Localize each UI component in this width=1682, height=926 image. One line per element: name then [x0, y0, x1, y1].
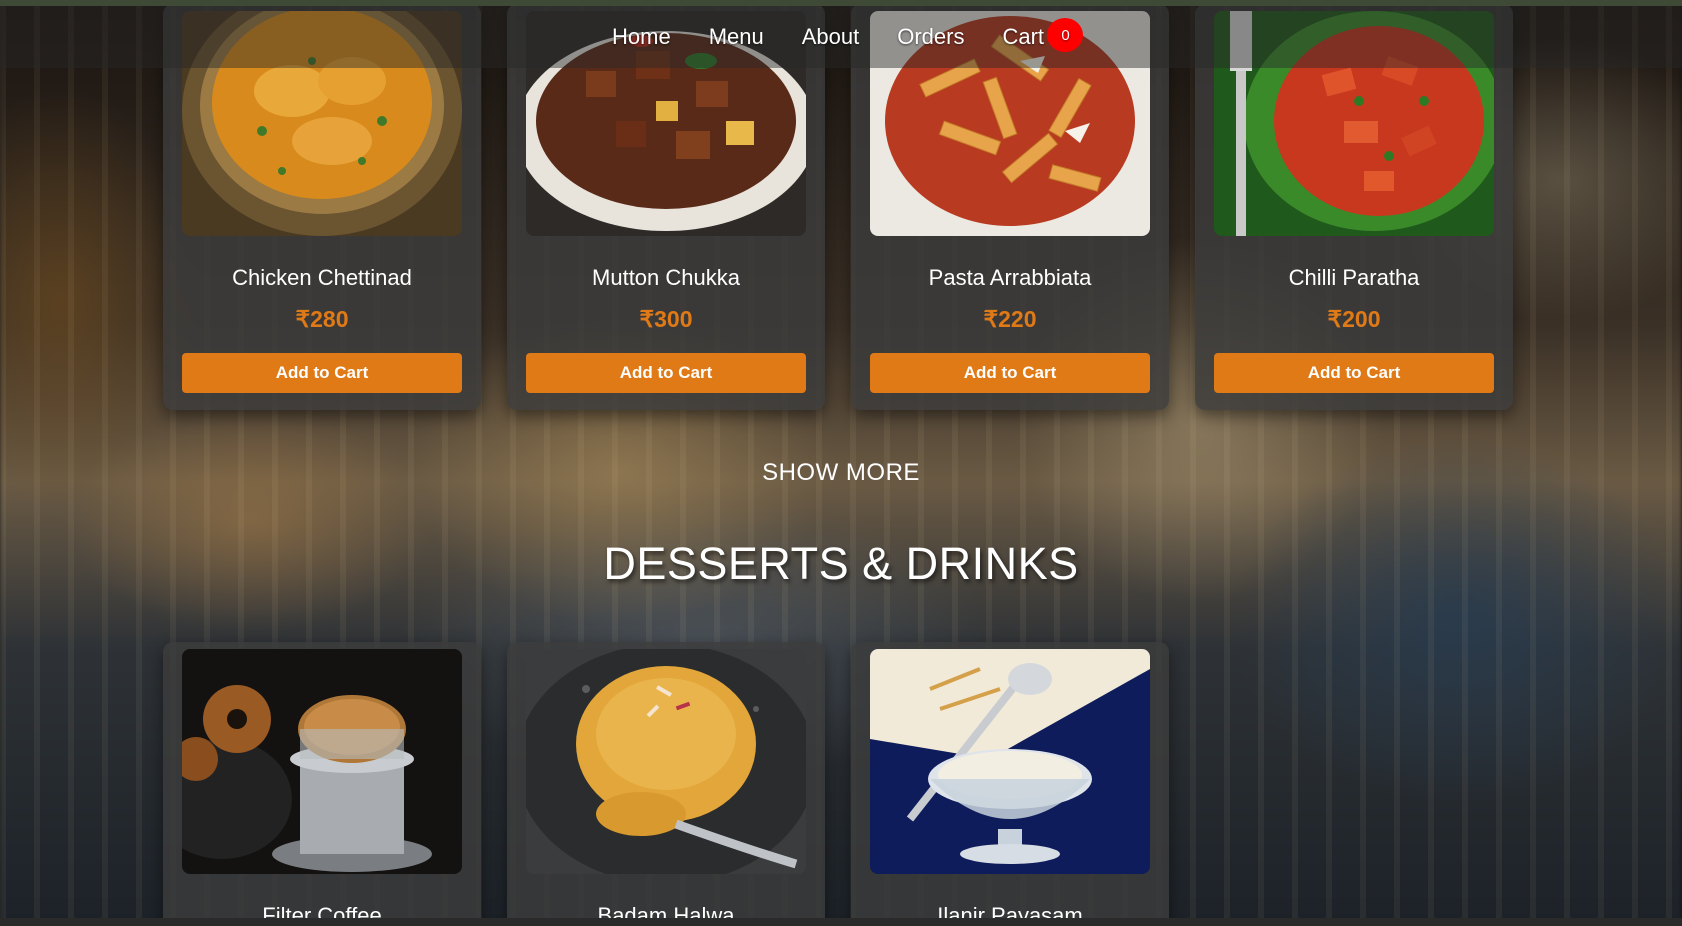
add-to-cart-button[interactable]: Add to Cart	[182, 353, 462, 393]
dish-price: ₹280	[295, 306, 349, 332]
nav-links: Home Menu About Orders Cart 0	[612, 18, 1084, 52]
cart-count-badge: 0	[1047, 18, 1084, 52]
nav-cart-link[interactable]: Cart 0	[1002, 18, 1084, 52]
dish-card-ilanir-payasam: Ilanir Payasam	[851, 642, 1169, 926]
dish-card-filter-coffee: Filter Coffee	[163, 642, 481, 926]
dish-name: Chilli Paratha	[1288, 265, 1420, 290]
dish-price: ₹300	[639, 306, 693, 332]
nav-home-link[interactable]: Home	[612, 24, 671, 50]
nav-about-link[interactable]: About	[802, 24, 860, 50]
dish-image-filter-coffee	[182, 649, 462, 874]
navbar: Home Menu About Orders Cart 0	[0, 4, 1682, 68]
top-strip	[0, 0, 1682, 6]
nav-menu-link[interactable]: Menu	[709, 24, 764, 50]
cart-label: Cart	[1002, 24, 1045, 49]
section-title-desserts: DESSERTS & DRINKS	[603, 538, 1079, 589]
dish-price: ₹200	[1327, 306, 1381, 332]
dish-card-badam-halwa: Badam Halwa	[507, 642, 825, 926]
show-more-button[interactable]: SHOW MORE	[0, 459, 1682, 487]
dish-name: Chicken Chettinad	[232, 265, 412, 290]
bottom-bar	[0, 918, 1682, 926]
page: Chicken Chettinad ₹280 Add to Cart Mutto…	[0, 0, 1682, 926]
add-to-cart-button[interactable]: Add to Cart	[870, 353, 1150, 393]
dish-price: ₹220	[983, 306, 1037, 332]
dish-name: Pasta Arrabbiata	[928, 265, 1092, 290]
add-to-cart-button[interactable]: Add to Cart	[1214, 353, 1494, 393]
nav-orders-link[interactable]: Orders	[897, 24, 964, 50]
dish-image-ilanir-payasam	[870, 649, 1150, 874]
dish-image-badam-halwa	[526, 649, 806, 874]
add-to-cart-button[interactable]: Add to Cart	[526, 353, 806, 393]
dish-name: Mutton Chukka	[592, 265, 740, 290]
